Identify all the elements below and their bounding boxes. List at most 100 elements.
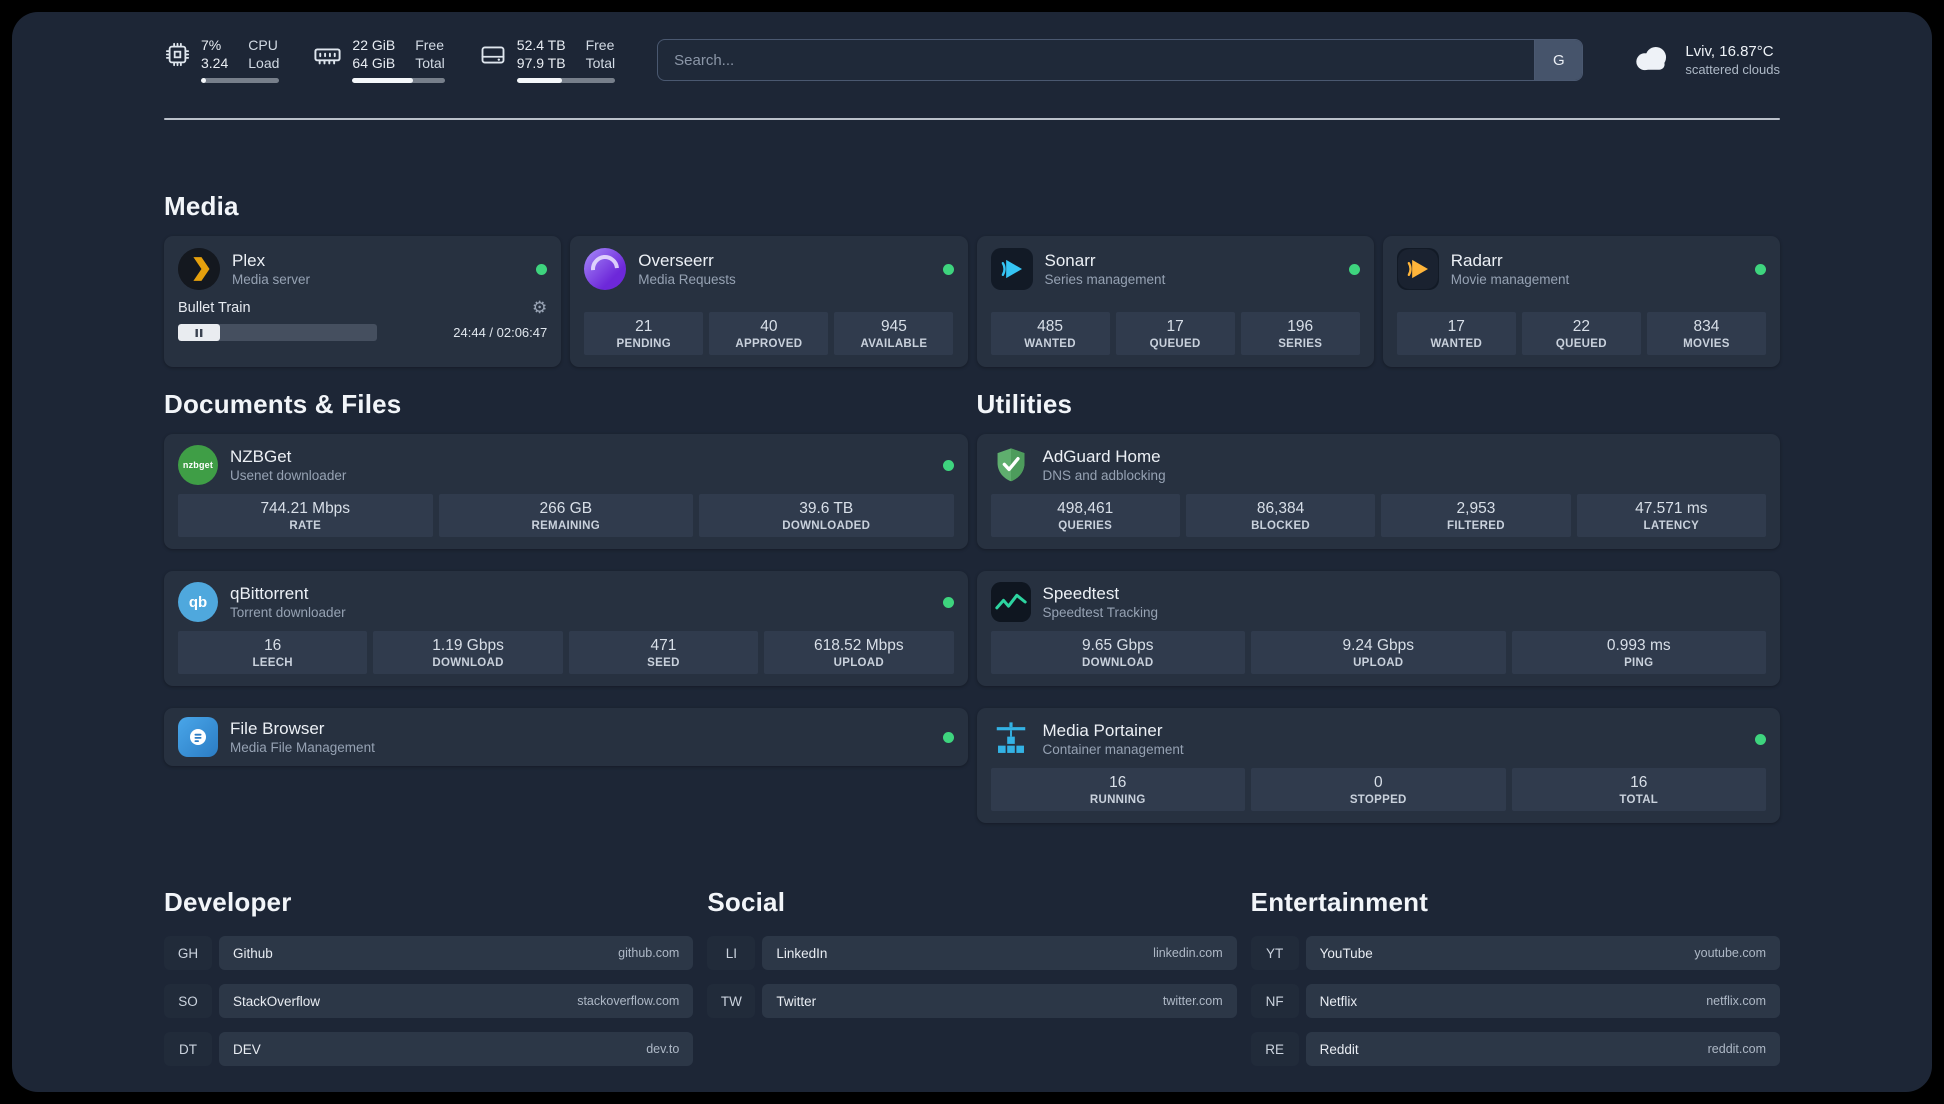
bookmark-url: reddit.com bbox=[1707, 1042, 1766, 1056]
bookmark-abbr: RE bbox=[1250, 1032, 1299, 1066]
gear-icon[interactable]: ⚙ bbox=[532, 299, 547, 316]
utilities-section-title: Utilities bbox=[976, 389, 1073, 419]
service-name: NZBGet bbox=[230, 446, 292, 466]
bookmark-abbr: GH bbox=[164, 936, 212, 970]
bookmark-url: github.com bbox=[618, 946, 680, 960]
plex-icon bbox=[178, 248, 220, 290]
stat-label: PING bbox=[1624, 657, 1654, 669]
stat-label: DOWNLOAD bbox=[1082, 657, 1154, 669]
service-subtitle: DNS and adblocking bbox=[1042, 468, 1166, 484]
stat-download: 9.65 Gbps DOWNLOAD bbox=[990, 631, 1245, 674]
memory-icon bbox=[313, 37, 342, 75]
stat-seed: 471 SEED bbox=[568, 631, 759, 674]
bookmark-twitter[interactable]: TW Twitter twitter.com bbox=[707, 984, 1237, 1018]
stat-value: 22 bbox=[1572, 318, 1590, 335]
bookmark-abbr: YT bbox=[1250, 936, 1299, 970]
bookmark-youtube[interactable]: YT YouTube youtube.com bbox=[1250, 936, 1780, 970]
stat-wanted: 485 WANTED bbox=[990, 312, 1110, 355]
topbar: 7% 3.24 CPU Load 22 GiB 64 GiB Free Tota… bbox=[164, 32, 1780, 88]
stat-label: FILTERED bbox=[1447, 520, 1505, 532]
service-card-qbittorrent[interactable]: qb qBittorrent Torrent downloader 16 LEE… bbox=[164, 571, 968, 686]
disk-icon bbox=[479, 37, 507, 74]
section-entertainment: Entertainment YT YouTube youtube.com NF … bbox=[1250, 887, 1780, 1080]
status-dot bbox=[1755, 263, 1766, 275]
bookmark-url: linkedin.com bbox=[1153, 946, 1223, 960]
qbittorrent-icon: qb bbox=[178, 582, 218, 622]
stat-movies: 834 MOVIES bbox=[1646, 312, 1766, 355]
service-card-overseerr[interactable]: Overseerr Media Requests 21 PENDING 40 A… bbox=[570, 236, 968, 367]
topbar-divider bbox=[164, 118, 1780, 120]
stat-value: 21 bbox=[635, 318, 653, 335]
cpu-percent: 7% bbox=[201, 37, 222, 54]
stat-value: 9.24 Gbps bbox=[1342, 637, 1415, 654]
stat-label: UPLOAD bbox=[1353, 657, 1404, 669]
stat-series: 196 SERIES bbox=[1240, 312, 1360, 355]
stat-approved: 40 APPROVED bbox=[709, 312, 829, 355]
service-subtitle: Speedtest Tracking bbox=[1042, 605, 1159, 621]
stat-blocked: 86,384 BLOCKED bbox=[1185, 494, 1376, 537]
status-dot bbox=[1348, 263, 1360, 275]
status-dot bbox=[536, 263, 548, 275]
service-card-radarr[interactable]: Radarr Movie management 17 WANTED 22 QUE… bbox=[1382, 236, 1780, 367]
bookmark-abbr: LI bbox=[707, 936, 756, 970]
status-dot bbox=[942, 596, 954, 608]
memory-widget: 22 GiB 64 GiB Free Total bbox=[313, 37, 445, 83]
stat-value: 47.571 ms bbox=[1635, 500, 1708, 517]
bookmark-url: twitter.com bbox=[1162, 994, 1223, 1008]
now-playing-title: Bullet Train bbox=[178, 299, 251, 316]
stat-value: 40 bbox=[760, 318, 778, 335]
radarr-icon bbox=[1396, 248, 1439, 290]
disk-total-value: 97.9 TB bbox=[516, 55, 566, 71]
memory-free-label: Free bbox=[415, 37, 445, 54]
disk-free-value: 52.4 TB bbox=[516, 37, 566, 54]
service-card-adguard[interactable]: AdGuard Home DNS and adblocking 498,461 … bbox=[976, 434, 1780, 549]
bookmark-name: DEV bbox=[233, 1041, 261, 1057]
bookmark-dev[interactable]: DT DEV dev.to bbox=[164, 1032, 694, 1066]
bookmark-name: LinkedIn bbox=[776, 945, 828, 961]
service-card-speedtest[interactable]: Speedtest Speedtest Tracking 9.65 Gbps D… bbox=[976, 571, 1780, 686]
pause-button[interactable] bbox=[178, 324, 220, 341]
stat-value: 485 bbox=[1037, 318, 1063, 335]
bookmark-github[interactable]: GH Github github.com bbox=[164, 936, 694, 970]
stat-value: 945 bbox=[881, 318, 907, 335]
stat-upload: 618.52 Mbps UPLOAD bbox=[764, 631, 954, 674]
stat-label: LATENCY bbox=[1643, 520, 1700, 532]
stat-value: 2,953 bbox=[1456, 500, 1496, 517]
cpu-load-value: 3.24 bbox=[201, 55, 229, 71]
section-documents: Documents & Files nzbget NZBGet Usenet d… bbox=[164, 389, 968, 823]
service-card-sonarr[interactable]: Sonarr Series management 485 WANTED 17 Q… bbox=[976, 236, 1374, 367]
bookmark-linkedin[interactable]: LI LinkedIn linkedin.com bbox=[707, 936, 1237, 970]
stat-value: 196 bbox=[1287, 318, 1314, 335]
stat-value: 471 bbox=[650, 637, 677, 654]
weather-condition: scattered clouds bbox=[1685, 62, 1780, 78]
service-subtitle: Media Requests bbox=[638, 272, 736, 288]
stat-value: 0.993 ms bbox=[1606, 637, 1671, 654]
stat-value: 16 bbox=[1630, 774, 1648, 791]
stat-label: BLOCKED bbox=[1251, 520, 1311, 532]
stat-stopped: 0 STOPPED bbox=[1251, 768, 1506, 811]
stat-label: RATE bbox=[289, 520, 322, 532]
search-engine-button[interactable]: G bbox=[1534, 40, 1583, 80]
nzbget-icon-text: nzbget bbox=[182, 460, 214, 470]
stat-value: 266 GB bbox=[539, 500, 593, 517]
bookmark-name: Netflix bbox=[1319, 993, 1358, 1009]
memory-total-label: Total bbox=[415, 55, 445, 71]
bookmark-name: StackOverflow bbox=[233, 993, 321, 1009]
service-card-portainer[interactable]: Media Portainer Container management 16 … bbox=[976, 708, 1780, 823]
stat-download: 1.19 Gbps DOWNLOAD bbox=[373, 631, 563, 674]
service-card-filebrowser[interactable]: File Browser Media File Management bbox=[164, 708, 968, 766]
bookmark-name: YouTube bbox=[1319, 945, 1373, 961]
bookmark-stackoverflow[interactable]: SO StackOverflow stackoverflow.com bbox=[164, 984, 694, 1018]
stat-rate: 744.21 Mbps RATE bbox=[178, 494, 433, 537]
bookmark-reddit[interactable]: RE Reddit reddit.com bbox=[1250, 1032, 1780, 1066]
stat-value: 17 bbox=[1447, 318, 1465, 335]
search-input[interactable] bbox=[658, 40, 1535, 80]
resource-widgets: 7% 3.24 CPU Load 22 GiB 64 GiB Free Tota… bbox=[164, 37, 616, 83]
service-card-plex[interactable]: Plex Media server Bullet Train ⚙ 24:44 /… bbox=[164, 236, 562, 367]
stat-value: 744.21 Mbps bbox=[260, 500, 351, 517]
service-name: Speedtest bbox=[1042, 583, 1120, 603]
bookmark-netflix[interactable]: NF Netflix netflix.com bbox=[1250, 984, 1780, 1018]
stat-value: 618.52 Mbps bbox=[814, 637, 904, 654]
service-card-nzbget[interactable]: nzbget NZBGet Usenet downloader 744.21 M… bbox=[164, 434, 968, 549]
stat-value: 16 bbox=[1109, 774, 1127, 791]
